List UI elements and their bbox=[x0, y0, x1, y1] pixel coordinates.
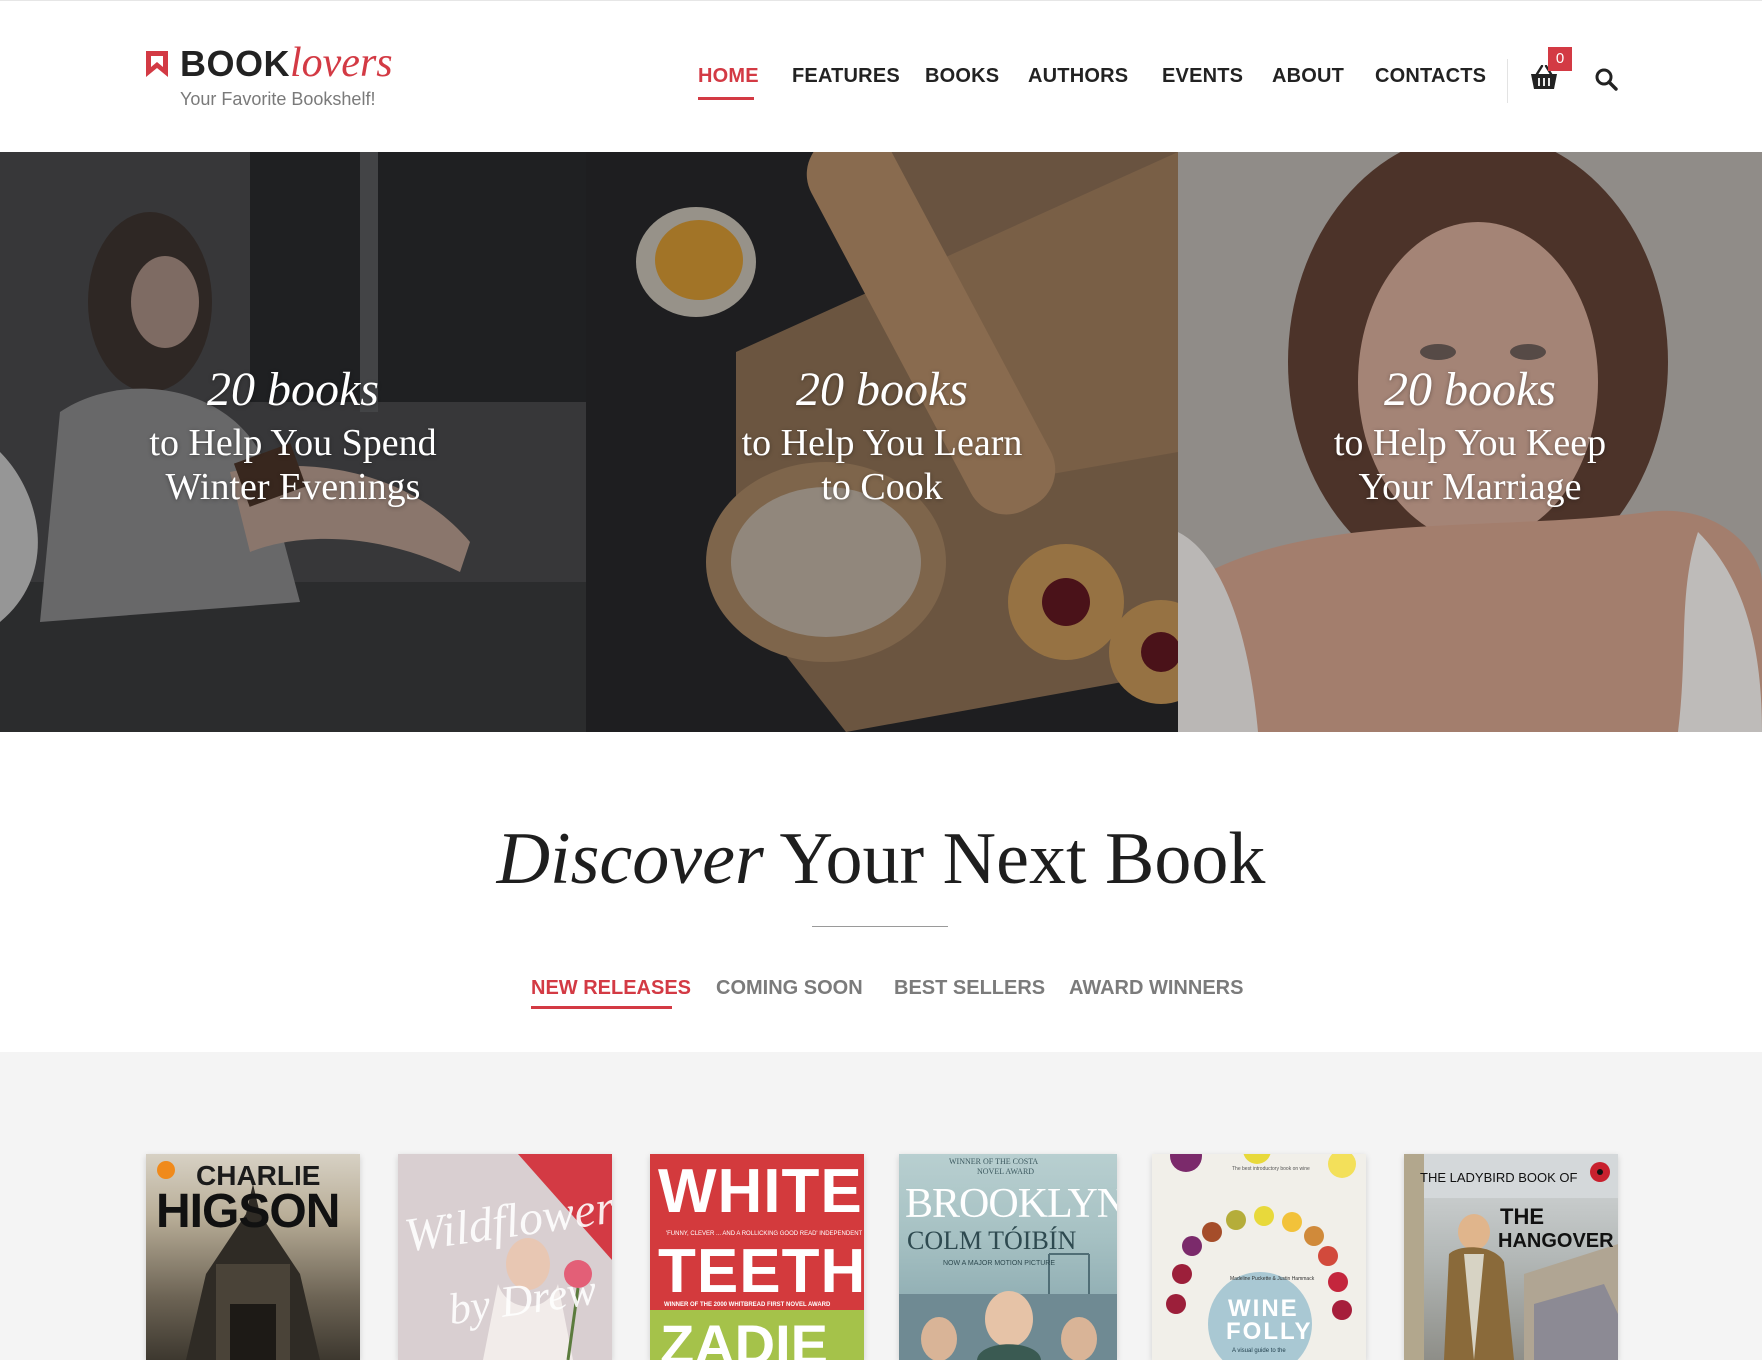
book-title-line-2: HANGOVER bbox=[1498, 1230, 1614, 1252]
nav-active-indicator bbox=[698, 97, 754, 100]
bookmark-logo-icon bbox=[146, 51, 168, 77]
book-authors: Madeline Puckette & Justin Hammack bbox=[1230, 1276, 1315, 1282]
nav-books[interactable]: BOOKS bbox=[925, 65, 999, 88]
section-title-rest: Your Next Book bbox=[763, 818, 1266, 900]
book-author: COLM TÓIBÍN bbox=[907, 1226, 1077, 1255]
book-subtitle: NOW A MAJOR MOTION PICTURE bbox=[943, 1260, 1056, 1267]
section-title-em: Discover bbox=[496, 818, 764, 900]
book-author: ZADIE bbox=[660, 1313, 828, 1360]
book-subtitle: A visual guide to the bbox=[1232, 1348, 1286, 1354]
collection-panel-winter-evenings[interactable]: 20 books to Help You Spend Winter Evenin… bbox=[0, 152, 586, 732]
cart-count-badge: 0 bbox=[1548, 47, 1572, 71]
tab-coming-soon[interactable]: COMING SOON bbox=[716, 977, 863, 1000]
panel-title-line-2: Winter Evenings bbox=[165, 466, 421, 508]
hero-collections: 20 books to Help You Spend Winter Evenin… bbox=[0, 152, 1762, 732]
tab-best-sellers[interactable]: BEST SELLERS bbox=[894, 977, 1045, 1000]
book-card-brooklyn[interactable]: WINNER OF THE COSTA NOVEL AWARD BROOKLYN… bbox=[899, 1154, 1117, 1360]
book-title-line-2: HIGSON bbox=[156, 1185, 340, 1238]
nav-features[interactable]: FEATURES bbox=[792, 65, 900, 88]
site-header: BOOKlovers Your Favorite Bookshelf! HOME… bbox=[0, 0, 1762, 152]
book-card-charlie-higson[interactable]: CHARLIE HIGSON bbox=[146, 1154, 360, 1360]
book-award: WINNER OF THE 2000 WHITBREAD FIRST NOVEL… bbox=[664, 1302, 831, 1308]
nav-home[interactable]: HOME bbox=[698, 65, 759, 88]
panel-title-line-2: Your Marriage bbox=[1358, 466, 1582, 508]
panel-title-line-2: to Cook bbox=[821, 466, 943, 508]
book-card-wildflower[interactable]: Wildflower by Drew bbox=[398, 1154, 612, 1360]
book-series: THE LADYBIRD BOOK OF bbox=[1420, 1170, 1578, 1185]
book-blurb: The best introductory book on wine bbox=[1232, 1166, 1310, 1172]
panel-kicker: 20 books bbox=[207, 363, 379, 416]
book-title-line-2: TEETH bbox=[658, 1237, 864, 1306]
book-card-white-teeth[interactable]: WHITE 'FUNNY, CLEVER ... AND A ROLLICKIN… bbox=[650, 1154, 864, 1360]
panel-caption: 20 books to Help You Spend Winter Evenin… bbox=[0, 362, 586, 506]
tab-new-releases[interactable]: NEW RELEASES bbox=[531, 977, 691, 1000]
book-title-line-1: THE bbox=[1500, 1204, 1544, 1229]
book-card-wine-folly[interactable]: The best introductory book on wine Madel… bbox=[1152, 1154, 1366, 1360]
book-title-line-1: WHITE bbox=[658, 1157, 863, 1226]
nav-events[interactable]: EVENTS bbox=[1162, 65, 1243, 88]
panel-title-line-1: to Help You Learn bbox=[741, 422, 1023, 464]
collection-panel-keep-marriage[interactable]: 20 books to Help You Keep Your Marriage bbox=[1178, 152, 1762, 732]
book-title-line-2: FOLLY bbox=[1226, 1318, 1313, 1345]
nav-divider bbox=[1507, 59, 1508, 103]
nav-contacts[interactable]: CONTACTS bbox=[1375, 65, 1486, 88]
book-award-line-2: NOVEL AWARD bbox=[977, 1167, 1035, 1176]
logo-tagline: Your Favorite Bookshelf! bbox=[180, 89, 376, 109]
book-title: BROOKLYN bbox=[905, 1181, 1117, 1227]
collection-panel-learn-to-cook[interactable]: 20 books to Help You Learn to Cook bbox=[586, 152, 1178, 732]
section-divider bbox=[812, 926, 948, 927]
tab-award-winners[interactable]: AWARD WINNERS bbox=[1069, 977, 1243, 1000]
logo-wordmark: BOOKlovers bbox=[180, 41, 393, 94]
panel-caption: 20 books to Help You Learn to Cook bbox=[586, 362, 1178, 506]
panel-title-line-1: to Help You Keep bbox=[1333, 422, 1607, 464]
nav-about[interactable]: ABOUT bbox=[1272, 65, 1344, 88]
panel-kicker: 20 books bbox=[796, 363, 968, 416]
panel-title-line-1: to Help You Spend bbox=[149, 422, 437, 464]
panel-caption: 20 books to Help You Keep Your Marriage bbox=[1178, 362, 1762, 506]
logo-book-text: BOOK bbox=[180, 43, 290, 84]
book-card-ladybird-hangover[interactable]: THE LADYBIRD BOOK OF THE HANGOVER bbox=[1404, 1154, 1618, 1360]
tab-active-indicator bbox=[531, 1006, 672, 1009]
section-title: Discover Your Next Book bbox=[0, 814, 1762, 904]
nav-authors[interactable]: AUTHORS bbox=[1028, 65, 1128, 88]
book-award-line-1: WINNER OF THE COSTA bbox=[949, 1157, 1039, 1166]
search-icon[interactable] bbox=[1594, 67, 1618, 91]
panel-kicker: 20 books bbox=[1384, 363, 1556, 416]
logo-lovers-text: lovers bbox=[290, 40, 393, 86]
